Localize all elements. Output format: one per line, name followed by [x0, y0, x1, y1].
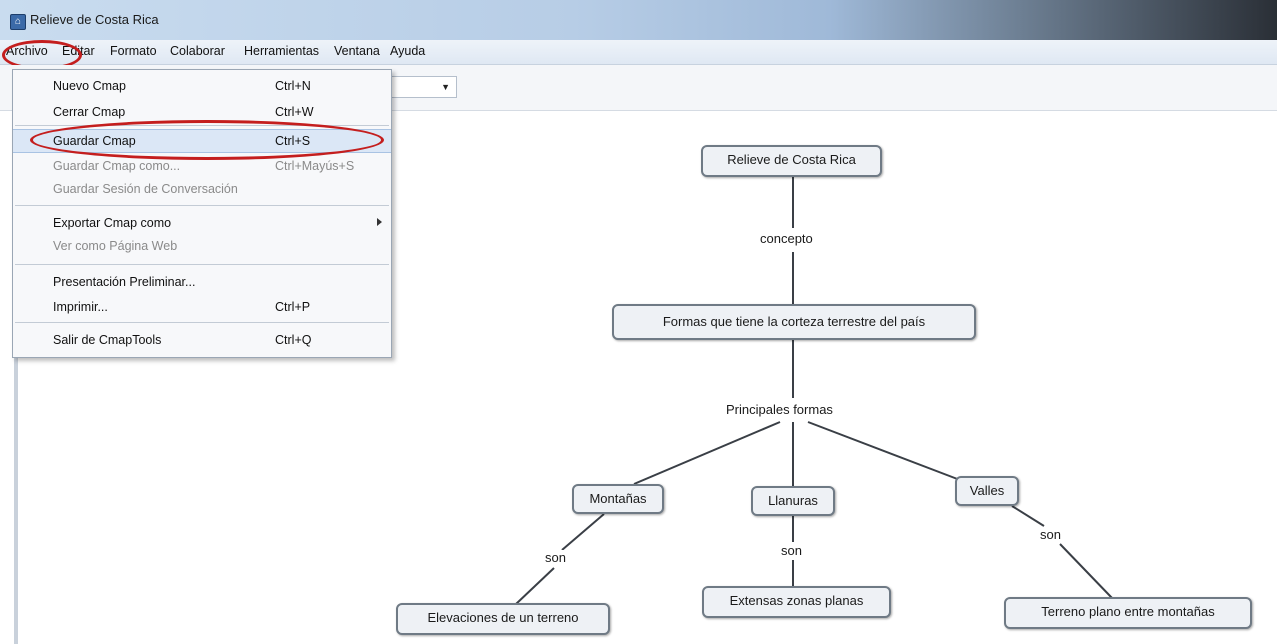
link-label-son-montanas[interactable]: son [545, 550, 566, 565]
concept-node-montanas[interactable]: Montañas [572, 484, 664, 514]
menu-item-label: Cerrar Cmap [53, 105, 126, 119]
menu-item-label: Imprimir... [53, 300, 108, 314]
menu-item-exportar-cmap[interactable]: Exportar Cmap como [13, 212, 391, 234]
menu-item-presentacion-preliminar[interactable]: Presentación Preliminar... [13, 271, 391, 293]
link-label-son-valles[interactable]: son [1040, 527, 1061, 542]
link-line-montanas-son [561, 513, 605, 551]
menu-item-shortcut: Ctrl+Mayús+S [275, 159, 355, 173]
menu-item-label: Guardar Sesión de Conversación [53, 182, 238, 196]
menu-item-shortcut: Ctrl+W [275, 105, 314, 119]
link-line-son-elevaciones [515, 567, 555, 605]
link-line-valles-son [1011, 505, 1045, 527]
menu-item-salir[interactable]: Salir de CmapTools Ctrl+Q [13, 329, 391, 351]
link-line-principales-valles [807, 421, 961, 481]
link-line-principales-montanas [633, 421, 781, 485]
archivo-dropdown-menu: Nuevo Cmap Ctrl+N Cerrar Cmap Ctrl+W Gua… [12, 69, 392, 358]
menu-separator [15, 264, 389, 265]
concept-node-llanuras[interactable]: Llanuras [751, 486, 835, 516]
menu-separator [15, 205, 389, 206]
menu-item-nuevo-cmap[interactable]: Nuevo Cmap Ctrl+N [13, 75, 391, 97]
menu-item-ver-pagina-web[interactable]: Ver como Página Web [13, 235, 391, 257]
menu-item-shortcut: Ctrl+P [275, 300, 311, 314]
concept-node-terreno[interactable]: Terreno plano entre montañas [1004, 597, 1252, 629]
menu-item-shortcut: Ctrl+Q [275, 333, 312, 347]
concept-node-root[interactable]: Relieve de Costa Rica [701, 145, 882, 177]
menu-item-imprimir[interactable]: Imprimir... Ctrl+P [13, 296, 391, 318]
menu-item-label: Exportar Cmap como [53, 216, 172, 230]
menu-item-guardar-sesion[interactable]: Guardar Sesión de Conversación [13, 178, 391, 200]
menu-separator [15, 322, 389, 323]
menu-item-label: Guardar Cmap [53, 134, 136, 148]
submenu-arrow-icon [377, 218, 382, 226]
menu-item-label: Salir de CmapTools [53, 333, 162, 347]
concept-node-extensas[interactable]: Extensas zonas planas [702, 586, 891, 618]
menu-item-shortcut: Ctrl+S [275, 134, 311, 148]
link-label-concepto[interactable]: concepto [760, 231, 813, 246]
menu-item-cerrar-cmap[interactable]: Cerrar Cmap Ctrl+W [13, 101, 391, 123]
menu-separator [15, 125, 389, 126]
menu-item-guardar-cmap-como[interactable]: Guardar Cmap como... Ctrl+Mayús+S [13, 155, 391, 177]
menu-item-label: Nuevo Cmap [53, 79, 126, 93]
concept-node-elevaciones[interactable]: Elevaciones de un terreno [396, 603, 610, 635]
menu-item-label: Ver como Página Web [53, 239, 178, 253]
menu-item-label: Presentación Preliminar... [53, 275, 196, 289]
concept-node-formas[interactable]: Formas que tiene la corteza terrestre de… [612, 304, 976, 340]
link-line-son-terreno [1059, 543, 1113, 599]
menu-item-guardar-cmap[interactable]: Guardar Cmap Ctrl+S [13, 129, 391, 153]
link-label-son-llanuras[interactable]: son [781, 543, 802, 558]
menu-item-shortcut: Ctrl+N [275, 79, 311, 93]
menu-item-label: Guardar Cmap como... [53, 159, 181, 173]
link-label-principales-formas[interactable]: Principales formas [726, 402, 833, 417]
concept-node-valles[interactable]: Valles [955, 476, 1019, 506]
